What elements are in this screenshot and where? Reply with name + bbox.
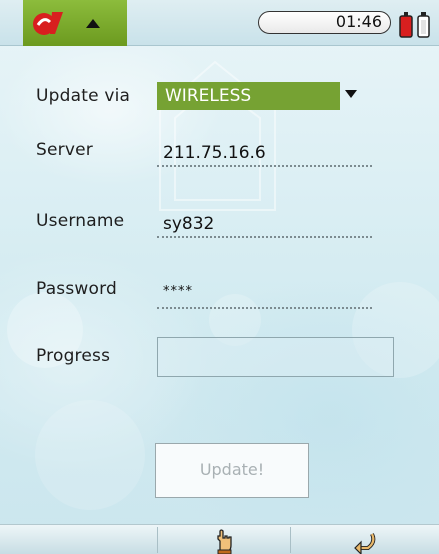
battery-icon — [399, 12, 430, 38]
chevron-down-icon[interactable] — [345, 90, 357, 98]
status-bar: 01:46 — [0, 0, 439, 46]
password-label: Password — [36, 279, 118, 299]
bottom-toolbar — [0, 524, 439, 554]
up-arrow-icon — [86, 19, 100, 28]
select-button[interactable] — [157, 525, 290, 554]
progress-bar — [157, 337, 394, 377]
username-label: Username — [36, 211, 125, 231]
server-label: Server — [36, 140, 93, 160]
update-via-select[interactable]: WIRELESS — [157, 82, 340, 110]
progress-label: Progress — [36, 346, 111, 366]
app-logo-icon — [33, 12, 63, 35]
app-menu-button[interactable] — [23, 0, 127, 46]
back-arrow-icon — [354, 533, 376, 554]
clock: 01:46 — [258, 11, 391, 34]
hand-pointer-icon — [217, 529, 232, 554]
password-field[interactable]: **** — [157, 281, 372, 309]
server-field[interactable]: 211.75.16.6 — [157, 139, 372, 167]
device-screen: 01:46 Update via WIRELESS Server 211.75.… — [0, 0, 439, 554]
update-via-label: Update via — [36, 86, 131, 106]
back-button[interactable] — [290, 525, 439, 554]
update-button[interactable]: Update! — [155, 443, 309, 498]
username-field[interactable]: sy832 — [157, 210, 372, 238]
